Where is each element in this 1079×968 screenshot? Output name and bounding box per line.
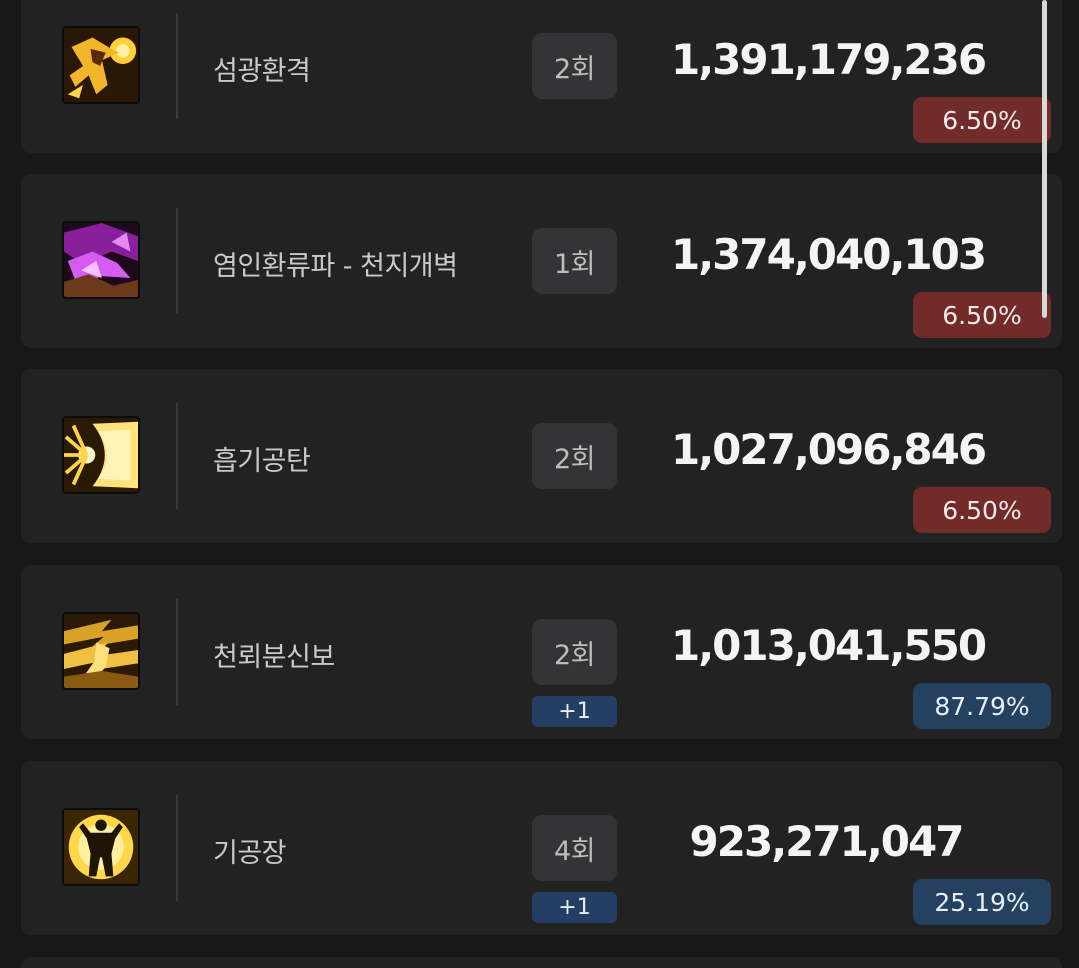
skill-row[interactable]: 흡기공탄 2회 1,027,096,846 6.50% — [21, 369, 1062, 543]
use-count-badge: 2회 — [532, 33, 617, 99]
skill-row[interactable]: 섬광환격 2회 1,391,179,236 6.50% — [21, 0, 1062, 153]
skill-row[interactable]: 천뢰분신보 2회 +1 1,013,041,550 87.79% — [21, 565, 1062, 739]
skill-damage-list: 섬광환격 2회 1,391,179,236 6.50% 염인환류파 - 천지개벽… — [0, 0, 1079, 968]
row-divider — [176, 13, 178, 119]
damage-percent-badge: 6.50% — [913, 97, 1051, 143]
extra-count-badge: +1 — [532, 892, 617, 923]
scrollbar-thumb[interactable] — [1042, 0, 1047, 318]
skill-row-partial[interactable] — [21, 957, 1062, 968]
flash-strike-icon — [62, 26, 140, 104]
damage-percent-badge: 87.79% — [913, 683, 1051, 729]
skill-name: 흡기공탄 — [213, 446, 311, 477]
damage-value: 923,271,047 — [689, 817, 965, 866]
use-count-badge: 1회 — [532, 228, 617, 294]
damage-percent-badge: 6.50% — [913, 487, 1051, 533]
energy-blast-icon — [62, 416, 140, 494]
skill-name: 섬광환격 — [213, 56, 311, 87]
use-count-badge: 2회 — [532, 423, 617, 489]
lightning-clone-icon — [62, 612, 140, 690]
row-divider — [176, 599, 178, 705]
skill-name: 기공장 — [213, 838, 287, 869]
damage-value: 1,027,096,846 — [671, 425, 987, 474]
use-count-badge: 2회 — [532, 619, 617, 685]
skill-row[interactable]: 염인환류파 - 천지개벽 1회 1,374,040,103 6.50% — [21, 174, 1062, 348]
use-count-badge: 4회 — [532, 815, 617, 881]
damage-percent-badge: 25.19% — [913, 879, 1051, 925]
damage-value: 1,013,041,550 — [671, 621, 987, 670]
qi-palm-icon — [62, 808, 140, 886]
row-divider — [176, 208, 178, 314]
damage-value: 1,391,179,236 — [671, 35, 987, 84]
skill-name: 천뢰분신보 — [213, 642, 335, 673]
damage-percent-badge: 6.50% — [913, 292, 1051, 338]
row-divider — [176, 403, 178, 509]
skill-name: 염인환류파 - 천지개벽 — [213, 251, 458, 282]
row-divider — [176, 795, 178, 901]
damage-value: 1,374,040,103 — [671, 230, 987, 279]
flame-wave-icon — [62, 221, 140, 299]
extra-count-badge: +1 — [532, 696, 617, 727]
skill-row[interactable]: 기공장 4회 +1 923,271,047 25.19% — [21, 761, 1062, 935]
